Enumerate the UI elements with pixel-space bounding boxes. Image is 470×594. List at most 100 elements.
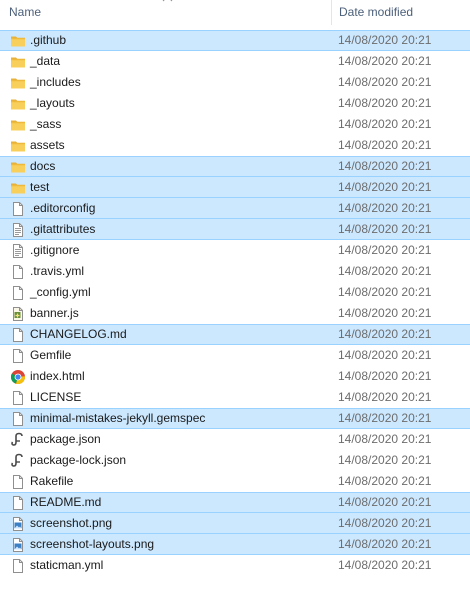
file-name: _config.yml bbox=[30, 285, 91, 299]
file-icon bbox=[10, 348, 26, 364]
name-column-label: Name bbox=[9, 5, 42, 19]
file-name: Rakefile bbox=[30, 474, 74, 488]
file-name: assets bbox=[30, 138, 65, 152]
date-modified: 14/08/2020 20:21 bbox=[338, 222, 432, 236]
date-modified: 14/08/2020 20:21 bbox=[338, 75, 432, 89]
file-name: _sass bbox=[30, 117, 62, 131]
date-modified: 14/08/2020 20:21 bbox=[338, 474, 432, 488]
file-name: screenshot-layouts.png bbox=[30, 537, 155, 551]
date-modified: 14/08/2020 20:21 bbox=[338, 537, 432, 551]
date-modified: 14/08/2020 20:21 bbox=[338, 180, 432, 194]
date-modified: 14/08/2020 20:21 bbox=[338, 117, 432, 131]
file-row[interactable]: _includes 14/08/2020 20:21 bbox=[0, 72, 470, 93]
folder-icon bbox=[10, 180, 26, 196]
file-row[interactable]: assets 14/08/2020 20:21 bbox=[0, 135, 470, 156]
folder-icon bbox=[10, 96, 26, 112]
date-modified: 14/08/2020 20:21 bbox=[338, 453, 432, 467]
file-name: screenshot.png bbox=[30, 516, 113, 530]
file-row[interactable]: index.html 14/08/2020 20:21 bbox=[0, 366, 470, 387]
file-row[interactable]: minimal-mistakes-jekyll.gemspec 14/08/202… bbox=[0, 408, 470, 429]
image-file-icon bbox=[10, 516, 26, 532]
file-row[interactable]: _data 14/08/2020 20:21 bbox=[0, 51, 470, 72]
file-name: .github bbox=[30, 33, 67, 47]
file-row[interactable]: README.md 14/08/2020 20:21 bbox=[0, 492, 470, 513]
file-row[interactable]: package-lock.json 14/08/2020 20:21 bbox=[0, 450, 470, 471]
date-modified: 14/08/2020 20:21 bbox=[338, 558, 432, 572]
file-name: CHANGELOG.md bbox=[30, 327, 127, 341]
date-modified: 14/08/2020 20:21 bbox=[338, 54, 432, 68]
file-row[interactable]: .travis.yml 14/08/2020 20:21 bbox=[0, 261, 470, 282]
date-modified: 14/08/2020 20:21 bbox=[338, 96, 432, 110]
file-name: Gemfile bbox=[30, 348, 72, 362]
date-modified: 14/08/2020 20:21 bbox=[338, 411, 432, 425]
file-row[interactable]: CHANGELOG.md 14/08/2020 20:21 bbox=[0, 324, 470, 345]
file-icon bbox=[10, 285, 26, 301]
file-name: .gitattributes bbox=[30, 222, 96, 236]
file-row[interactable]: .github 14/08/2020 20:21 bbox=[0, 30, 470, 51]
file-name: banner.js bbox=[30, 306, 79, 320]
folder-icon bbox=[10, 138, 26, 154]
date-modified: 14/08/2020 20:21 bbox=[338, 201, 432, 215]
date-modified: 14/08/2020 20:21 bbox=[338, 33, 432, 47]
folder-icon bbox=[10, 75, 26, 91]
file-icon bbox=[10, 558, 26, 574]
text-file-icon bbox=[10, 243, 26, 259]
date-modified: 14/08/2020 20:21 bbox=[338, 159, 432, 173]
json-file-icon bbox=[10, 432, 26, 448]
folder-icon bbox=[10, 33, 26, 49]
date-modified: 14/08/2020 20:21 bbox=[338, 432, 432, 446]
date-modified: 14/08/2020 20:21 bbox=[338, 243, 432, 257]
file-name: .editorconfig bbox=[30, 201, 96, 215]
file-row[interactable]: staticman.yml 14/08/2020 20:21 bbox=[0, 555, 470, 576]
file-icon bbox=[10, 495, 26, 511]
date-modified: 14/08/2020 20:21 bbox=[338, 306, 432, 320]
script-file-icon bbox=[10, 306, 26, 322]
file-name: test bbox=[30, 180, 50, 194]
file-icon bbox=[10, 201, 26, 217]
file-row[interactable]: LICENSE 14/08/2020 20:21 bbox=[0, 387, 470, 408]
file-icon bbox=[10, 327, 26, 343]
date-modified: 14/08/2020 20:21 bbox=[338, 390, 432, 404]
file-row[interactable]: screenshot-layouts.png 14/08/2020 20:21 bbox=[0, 534, 470, 555]
file-row[interactable]: Gemfile 14/08/2020 20:21 bbox=[0, 345, 470, 366]
file-row[interactable]: Rakefile 14/08/2020 20:21 bbox=[0, 471, 470, 492]
date-modified-column-header[interactable]: Date modified bbox=[331, 0, 470, 25]
file-name: .travis.yml bbox=[30, 264, 84, 278]
date-modified: 14/08/2020 20:21 bbox=[338, 369, 432, 383]
date-modified: 14/08/2020 20:21 bbox=[338, 327, 432, 341]
name-column-header[interactable]: Name bbox=[0, 0, 331, 25]
folder-icon bbox=[10, 54, 26, 70]
file-name: package-lock.json bbox=[30, 453, 127, 467]
date-modified: 14/08/2020 20:21 bbox=[338, 264, 432, 278]
file-row[interactable]: _config.yml 14/08/2020 20:21 bbox=[0, 282, 470, 303]
date-modified: 14/08/2020 20:21 bbox=[338, 348, 432, 362]
file-explorer-details-view: Name Date modified .github 14/08/2020 20:… bbox=[0, 0, 470, 594]
sort-ascending-icon bbox=[162, 0, 173, 2]
folder-icon bbox=[10, 159, 26, 175]
column-header-bar: Name Date modified bbox=[0, 0, 470, 25]
file-row[interactable]: screenshot.png 14/08/2020 20:21 bbox=[0, 513, 470, 534]
file-name: package.json bbox=[30, 432, 101, 446]
file-row[interactable]: test 14/08/2020 20:21 bbox=[0, 177, 470, 198]
file-row[interactable]: docs 14/08/2020 20:21 bbox=[0, 156, 470, 177]
file-row[interactable]: _sass 14/08/2020 20:21 bbox=[0, 114, 470, 135]
file-name: .gitignore bbox=[30, 243, 80, 257]
image-file-icon bbox=[10, 537, 26, 553]
file-row[interactable]: .gitattributes 14/08/2020 20:21 bbox=[0, 219, 470, 240]
file-name: README.md bbox=[30, 495, 102, 509]
file-row[interactable]: _layouts 14/08/2020 20:21 bbox=[0, 93, 470, 114]
date-modified: 14/08/2020 20:21 bbox=[338, 495, 432, 509]
chrome-icon bbox=[10, 369, 26, 385]
file-row[interactable]: banner.js 14/08/2020 20:21 bbox=[0, 303, 470, 324]
file-row[interactable]: package.json 14/08/2020 20:21 bbox=[0, 429, 470, 450]
file-row[interactable]: .gitignore 14/08/2020 20:21 bbox=[0, 240, 470, 261]
file-name: minimal-mistakes-jekyll.gemspec bbox=[30, 411, 206, 425]
file-name: LICENSE bbox=[30, 390, 82, 404]
date-modified: 14/08/2020 20:21 bbox=[338, 285, 432, 299]
file-name: staticman.yml bbox=[30, 558, 104, 572]
file-name: _data bbox=[30, 54, 61, 68]
json-file-icon bbox=[10, 453, 26, 469]
file-row[interactable]: .editorconfig 14/08/2020 20:21 bbox=[0, 198, 470, 219]
date-modified-column-label: Date modified bbox=[339, 5, 414, 19]
file-icon bbox=[10, 264, 26, 280]
